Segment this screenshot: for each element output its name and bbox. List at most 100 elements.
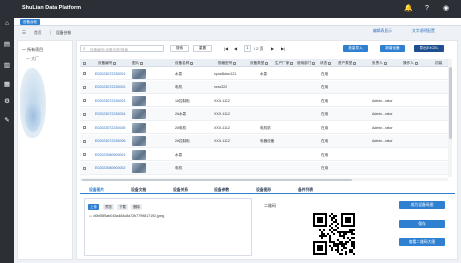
- list-icon[interactable]: ▤: [3, 41, 11, 49]
- tab-params[interactable]: 设备参数: [214, 188, 229, 193]
- col-install[interactable]: 初装: [435, 61, 442, 66]
- view-qr-large-button[interactable]: 查看二维码大图: [399, 238, 445, 246]
- home-crumb[interactable]: 首页: [34, 31, 42, 36]
- tree-child[interactable]: 一 大厂: [26, 56, 39, 62]
- table-icon[interactable]: ▥: [3, 62, 11, 70]
- col-maker[interactable]: 生产厂家: [275, 61, 294, 66]
- col-status[interactable]: 状态: [320, 61, 332, 66]
- col-owner[interactable]: 负责人: [372, 61, 387, 66]
- file-entry[interactable]: ▭ d0b55f5ab015a484c8a72b7799817192.jpeg: [89, 214, 229, 218]
- batch-import-button[interactable]: 批量导入: [343, 45, 368, 52]
- equipment-thumbnail[interactable]: [132, 149, 146, 160]
- edit-icon[interactable]: ✎: [3, 117, 11, 125]
- gear-icon[interactable]: ⚙: [3, 98, 11, 106]
- col-operator[interactable]: 操作人: [403, 61, 418, 66]
- cell-spec: XXX-1112: [214, 125, 230, 130]
- col-dept[interactable]: 使用部门: [297, 61, 316, 66]
- equipment-thumbnail[interactable]: [132, 122, 146, 133]
- download-button[interactable]: 下载: [117, 204, 128, 210]
- cell-spec: XXX-1112: [214, 139, 230, 143]
- table-row[interactable]: E02023072230003 1#控制柜 XXX-1112 在用 Admin...ra…: [80, 94, 448, 107]
- equipment-thumbnail[interactable]: [132, 68, 146, 79]
- cell-code[interactable]: E02023072230001: [95, 72, 125, 76]
- table-row[interactable]: E02023072230005 2#电机 XXX-1112 电机机 在用 Admin...…: [80, 121, 448, 134]
- set-main-image-button[interactable]: 成为设备母图: [399, 201, 445, 209]
- col-asset-type[interactable]: 资产类型: [338, 61, 357, 66]
- edit-table-link[interactable]: 编辑表显示: [373, 29, 392, 34]
- equipment-thumbnail[interactable]: [132, 82, 146, 92]
- cell-spec: cpuxl6don121: [214, 71, 237, 76]
- tab-relations[interactable]: 设备关系: [173, 188, 188, 193]
- export-excel-button[interactable]: 导出EXCEL: [414, 45, 444, 52]
- row-checkbox[interactable]: [83, 99, 86, 103]
- col-code[interactable]: 设备编号: [98, 61, 117, 66]
- last-page-icon[interactable]: ▶|: [281, 46, 285, 51]
- text-config-link[interactable]: 文字说明配置: [412, 29, 435, 34]
- collapse-icon[interactable]: ☰: [22, 30, 26, 36]
- cell-code[interactable]: E02023072230004: [95, 112, 125, 116]
- tab-spares[interactable]: 备件列表: [298, 188, 313, 193]
- row-checkbox[interactable]: [83, 139, 86, 144]
- col-type[interactable]: 设备类型: [250, 61, 269, 66]
- vertical-scroll-thumb[interactable]: [448, 67, 452, 139]
- user-icon[interactable]: ◉: [442, 5, 450, 13]
- horizontal-scroll-thumb[interactable]: [82, 178, 352, 181]
- cell-code[interactable]: E02023080900001: [95, 153, 125, 157]
- row-checkbox[interactable]: [83, 112, 86, 117]
- table-row[interactable]: E02023072230002 电机 xxxx222 在用: [80, 80, 448, 94]
- home-icon[interactable]: ⌂: [3, 20, 11, 28]
- cell-type: 水泵: [260, 71, 268, 76]
- cell-status: 在用: [321, 152, 329, 157]
- search-input[interactable]: ⌕ 设备编号/设备名称/规格: [80, 45, 164, 52]
- cell-code[interactable]: E02023072230002: [95, 85, 125, 89]
- equipment-thumbnail[interactable]: [132, 136, 146, 146]
- cell-code[interactable]: E02023072230005: [95, 126, 125, 130]
- row-checkbox[interactable]: [83, 72, 86, 76]
- reset-button[interactable]: 重置: [193, 45, 212, 52]
- table-row[interactable]: E02023080900001 水泵 在用: [80, 148, 448, 161]
- table-row[interactable]: E02023080900002 电机 在用: [80, 161, 448, 175]
- tab-graphics[interactable]: 设备图形: [256, 188, 271, 193]
- table-row[interactable]: E02023072230001 水泵 cpuxl6don121 水泵 在用: [80, 67, 448, 80]
- row-checkbox[interactable]: [83, 126, 86, 130]
- bell-icon[interactable]: 🔔: [404, 5, 413, 13]
- equipment-thumbnail[interactable]: [132, 109, 146, 119]
- col-spec[interactable]: 规格型号: [218, 61, 237, 66]
- row-checkbox[interactable]: [83, 166, 86, 171]
- horizontal-scrollbar[interactable]: [80, 178, 448, 181]
- tab-equipment-ledger[interactable]: 设备台帐: [20, 19, 40, 25]
- tab-docs[interactable]: 设备文档: [131, 188, 146, 193]
- row-checkbox[interactable]: [83, 153, 86, 157]
- select-all-checkbox[interactable]: [83, 61, 86, 65]
- first-page-icon[interactable]: |◀: [224, 46, 228, 51]
- cell-code[interactable]: E02023072230003: [95, 99, 125, 103]
- col-name-label: 设备名称: [175, 61, 190, 65]
- help-icon[interactable]: ?: [423, 5, 431, 13]
- tab-images[interactable]: 设备图片: [89, 188, 104, 193]
- grid-icon[interactable]: ▦: [3, 81, 11, 89]
- prev-page-icon[interactable]: ◀: [234, 46, 237, 51]
- upload-button[interactable]: 上传: [88, 204, 99, 210]
- equipment-thumbnail[interactable]: [132, 163, 146, 173]
- add-equipment-button[interactable]: 新增设备: [380, 45, 405, 52]
- cell-code[interactable]: E02023080900002: [95, 166, 125, 170]
- cell-status: 在用: [321, 98, 329, 103]
- next-page-icon[interactable]: ▶: [271, 46, 274, 51]
- app-title: ShuLian Data Platform: [22, 5, 81, 11]
- delete-button[interactable]: 删除: [131, 204, 142, 210]
- table-row[interactable]: E02023072230004 2#水泵 XXX-1112 在用 Admin...rat…: [80, 107, 448, 121]
- page-input[interactable]: 1: [244, 45, 251, 52]
- col-asset-type-label: 资产类型: [338, 61, 353, 65]
- row-checkbox[interactable]: [83, 85, 86, 90]
- preview-button[interactable]: 预览: [103, 204, 114, 210]
- equipment-thumbnail[interactable]: [132, 95, 146, 106]
- vertical-scrollbar[interactable]: [448, 59, 452, 177]
- col-image[interactable]: 图片: [132, 61, 144, 66]
- cell-code[interactable]: E02023072230006: [95, 139, 125, 143]
- separator-icon: |: [50, 30, 52, 35]
- col-name[interactable]: 设备名称: [175, 61, 194, 66]
- table-row[interactable]: E02023072230006 2#控制柜 XXX-1112 电器设备 在用 Admin.…: [80, 134, 448, 148]
- save-button[interactable]: 保存: [399, 220, 445, 228]
- search-button[interactable]: 搜索: [170, 45, 189, 52]
- tree-root[interactable]: 一 所有项目: [22, 47, 43, 53]
